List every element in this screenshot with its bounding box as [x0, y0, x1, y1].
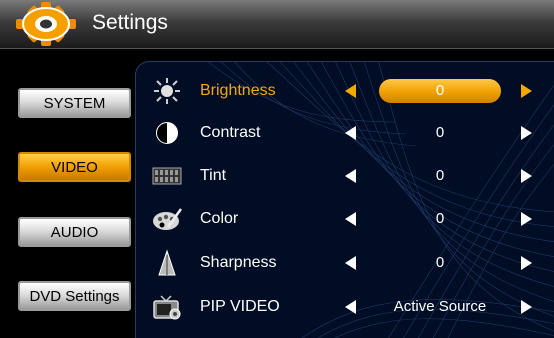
setting-value: 0 — [435, 124, 445, 141]
setting-row-sharpness[interactable]: Sharpness 0 — [136, 242, 554, 284]
increase-arrow[interactable] — [521, 84, 532, 98]
setting-row-pip-video[interactable]: PIP VIDEO Active Source — [136, 286, 554, 328]
decrease-arrow[interactable] — [345, 84, 356, 98]
increase-arrow[interactable] — [521, 256, 532, 270]
brightness-icon — [154, 78, 180, 104]
decrease-arrow[interactable] — [345, 169, 356, 183]
setting-value: 0 — [379, 79, 501, 103]
increase-arrow[interactable] — [521, 126, 532, 140]
decrease-arrow[interactable] — [345, 256, 356, 270]
gear-icon — [16, 2, 76, 46]
setting-label: Tint — [200, 167, 227, 184]
setting-label: PIP VIDEO — [200, 298, 280, 315]
page-title: Settings — [92, 11, 168, 34]
setting-label: Sharpness — [200, 254, 277, 271]
contrast-icon — [156, 122, 178, 144]
setting-value: 0 — [435, 254, 445, 271]
decrease-arrow[interactable] — [345, 300, 356, 314]
setting-row-brightness[interactable]: Brightness 0 — [136, 70, 554, 112]
decrease-arrow[interactable] — [345, 126, 356, 140]
increase-arrow[interactable] — [521, 300, 532, 314]
increase-arrow[interactable] — [521, 169, 532, 183]
nav-video-button[interactable]: VIDEO — [18, 152, 131, 182]
setting-value: Active Source — [393, 298, 487, 315]
nav-system-button[interactable]: SYSTEM — [18, 88, 131, 118]
nav-audio-button[interactable]: AUDIO — [18, 217, 131, 247]
nav-dvd-settings-button[interactable]: DVD Settings — [18, 281, 131, 311]
video-settings-panel: Brightness 0 Contrast 0 Tint 0 Color 0 S… — [135, 61, 554, 338]
setting-row-tint[interactable]: Tint 0 — [136, 155, 554, 197]
pip-video-icon — [153, 295, 181, 320]
increase-arrow[interactable] — [521, 212, 532, 226]
decrease-arrow[interactable] — [345, 212, 356, 226]
setting-row-contrast[interactable]: Contrast 0 — [136, 112, 554, 154]
tint-icon — [152, 167, 182, 185]
setting-value: 0 — [435, 167, 445, 184]
sharpness-icon — [158, 249, 176, 276]
color-palette-icon — [153, 208, 182, 230]
setting-value: 0 — [435, 210, 445, 227]
setting-label: Color — [200, 210, 239, 227]
category-sidebar: SYSTEM VIDEO AUDIO DVD Settings — [0, 49, 135, 338]
title-bar: Settings — [0, 0, 554, 49]
setting-row-color[interactable]: Color 0 — [136, 198, 554, 240]
setting-label: Contrast — [200, 124, 261, 141]
setting-label: Brightness — [200, 82, 276, 99]
